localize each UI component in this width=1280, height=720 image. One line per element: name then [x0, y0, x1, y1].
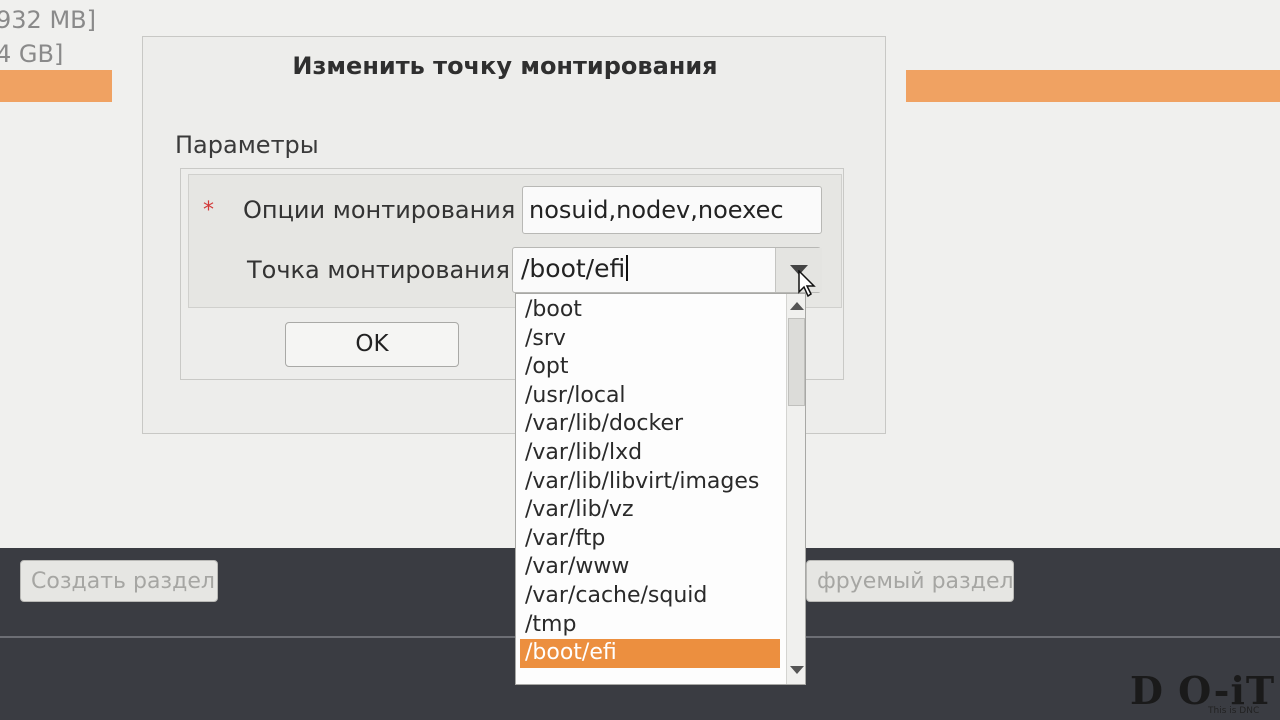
mount-point-option[interactable]: /boot — [520, 296, 780, 325]
watermark-logo: D O-iT This is DNC — [1130, 648, 1280, 720]
mount-point-option[interactable]: /var/www — [520, 553, 780, 582]
mount-point-option[interactable]: /var/lib/libvirt/images — [520, 468, 780, 497]
mount-point-option[interactable]: /var/lib/lxd — [520, 439, 780, 468]
mount-point-option[interactable]: /srv — [520, 325, 780, 354]
scrollbar-thumb[interactable] — [788, 318, 805, 406]
parameters-section-label: Параметры — [175, 131, 319, 159]
create-partition-button[interactable]: Создать раздел — [20, 560, 218, 602]
mount-options-input[interactable]: nosuid,nodev,noexec — [522, 186, 822, 234]
mount-point-option[interactable]: /usr/local — [520, 382, 780, 411]
ok-button[interactable]: OK — [285, 322, 459, 367]
partition-size-1: 932 MB] — [0, 6, 96, 34]
watermark-tagline: This is DNC — [1208, 706, 1260, 716]
mount-point-option[interactable]: /var/lib/vz — [520, 496, 780, 525]
encrypted-partition-button[interactable]: фруемый раздел — [806, 560, 1014, 602]
mount-point-dropdown[interactable]: /boot /srv /opt /usr/local /var/lib/dock… — [515, 293, 806, 685]
dialog-title: Изменить точку монтирования — [292, 52, 718, 80]
mouse-pointer-icon — [798, 270, 816, 298]
scroll-up-icon[interactable] — [790, 302, 804, 310]
required-asterisk-icon: * — [203, 198, 214, 223]
mount-point-option[interactable]: /var/ftp — [520, 525, 780, 554]
mount-point-label: Точка монтирования — [247, 256, 510, 284]
mount-point-option[interactable]: /var/lib/docker — [520, 410, 780, 439]
mount-point-option-selected[interactable]: /boot/efi — [520, 639, 780, 668]
mount-point-option[interactable]: /opt — [520, 353, 780, 382]
dropdown-scrollbar[interactable] — [786, 294, 805, 684]
mount-point-option[interactable]: /var/cache/squid — [520, 582, 780, 611]
mount-point-combobox[interactable]: /boot/efi — [512, 247, 822, 293]
mount-point-list: /boot /srv /opt /usr/local /var/lib/dock… — [520, 296, 780, 668]
mount-options-label: Опции монтирования — [243, 196, 516, 224]
mount-point-value[interactable]: /boot/efi — [521, 254, 629, 283]
scroll-down-icon[interactable] — [790, 666, 804, 674]
mount-point-option[interactable]: /tmp — [520, 611, 780, 640]
